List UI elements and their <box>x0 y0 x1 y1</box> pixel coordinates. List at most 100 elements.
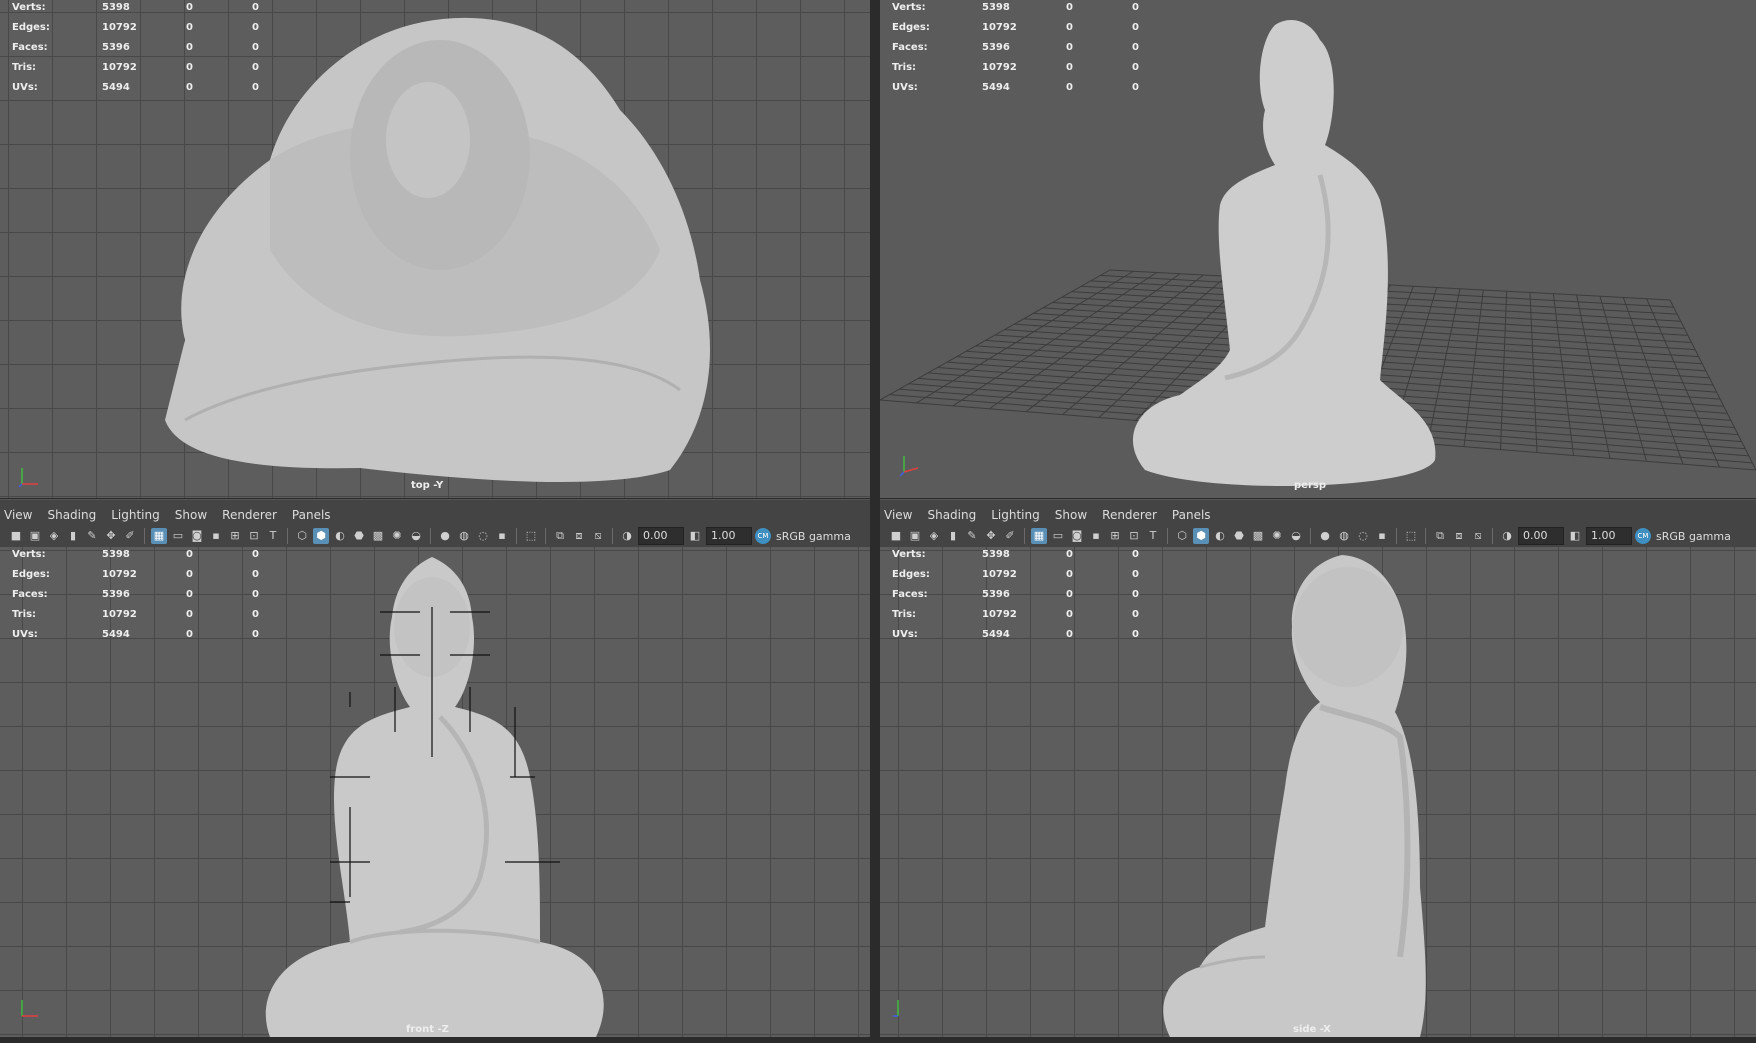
view-transform-label[interactable]: sRGB gamma <box>1656 530 1731 543</box>
viewport-divider-vertical[interactable] <box>870 0 880 1043</box>
viewport-persp[interactable]: Verts: 5398 0 0 Edges: 10792 0 0 Faces: 5396 0 0 Tri… <box>880 0 1756 498</box>
camera-icon[interactable]: ■ <box>888 528 904 544</box>
shadows-icon[interactable]: ◒ <box>1288 528 1304 544</box>
wireframe-icon[interactable]: ⬡ <box>1174 528 1190 544</box>
resolution-gate-icon[interactable]: ◙ <box>189 528 205 544</box>
grease-pencil-icon[interactable]: ✐ <box>122 528 138 544</box>
xray-icon[interactable]: ⧉ <box>552 528 568 544</box>
isolate-select-icon[interactable]: ⬚ <box>523 528 539 544</box>
safe-action-icon[interactable]: ⊡ <box>1126 528 1142 544</box>
smooth-shade-icon[interactable]: ⬢ <box>313 528 329 544</box>
exposure-icon[interactable]: ◑ <box>1499 528 1515 544</box>
view-transform-label[interactable]: sRGB gamma <box>776 530 851 543</box>
resolution-gate-icon[interactable]: ◙ <box>1069 528 1085 544</box>
stat-selected-extra: 0 <box>252 549 259 560</box>
bookmark-icon[interactable]: ◈ <box>926 528 942 544</box>
shadows-icon[interactable]: ◒ <box>408 528 424 544</box>
stat-selected: 0 <box>1066 62 1073 73</box>
xray-icon[interactable]: ⧉ <box>1432 528 1448 544</box>
color-management-icon[interactable]: CM <box>755 528 771 544</box>
stat-value: 5494 <box>102 629 130 640</box>
wireframe-icon[interactable]: ⬡ <box>294 528 310 544</box>
menu-view[interactable]: View <box>884 508 912 522</box>
stat-row: Faces: 5396 0 0 <box>890 589 1150 609</box>
menu-lighting[interactable]: Lighting <box>111 508 160 522</box>
gamma-field[interactable]: 1.00 <box>1586 527 1632 545</box>
bookmark-flag-icon[interactable]: ▮ <box>65 528 81 544</box>
menu-panels[interactable]: Panels <box>1172 508 1211 522</box>
2d-pan-zoom-icon[interactable]: ✥ <box>103 528 119 544</box>
poly-count-hud-top: Verts: 5398 0 0 Edges: 10792 0 0 Faces: 5396 0 0 Tri… <box>10 2 270 102</box>
menu-shading[interactable]: Shading <box>927 508 976 522</box>
xray-components-icon[interactable]: ⧅ <box>590 528 606 544</box>
camera-icon[interactable]: ■ <box>8 528 24 544</box>
grease-pencil-icon[interactable]: ✐ <box>1002 528 1018 544</box>
stat-value: 10792 <box>982 22 1017 33</box>
image-plane-icon[interactable]: ✎ <box>964 528 980 544</box>
bookmark-icon[interactable]: ◈ <box>46 528 62 544</box>
multisample-aa-icon[interactable]: ◌ <box>475 528 491 544</box>
multisample-aa-icon[interactable]: ◌ <box>1355 528 1371 544</box>
safe-title-icon[interactable]: T <box>265 528 281 544</box>
camera-attributes-icon[interactable]: ▣ <box>907 528 923 544</box>
gamma-icon[interactable]: ◧ <box>687 528 703 544</box>
screen-space-ao-icon[interactable]: ● <box>437 528 453 544</box>
2d-pan-zoom-icon[interactable]: ✥ <box>983 528 999 544</box>
xray-joints-icon[interactable]: ⧈ <box>1451 528 1467 544</box>
menu-panels[interactable]: Panels <box>292 508 331 522</box>
depth-of-field-icon[interactable]: ▪ <box>1374 528 1390 544</box>
viewport-front[interactable]: Verts: 5398 0 0 Edges: 10792 0 0 Faces: 5396 0 0 Tri… <box>0 547 870 1037</box>
film-gate-icon[interactable]: ▭ <box>1050 528 1066 544</box>
safe-title-icon[interactable]: T <box>1145 528 1161 544</box>
motion-blur-icon[interactable]: ◍ <box>1336 528 1352 544</box>
menu-show[interactable]: Show <box>1055 508 1087 522</box>
menu-renderer[interactable]: Renderer <box>1102 508 1157 522</box>
textured-icon[interactable]: ▩ <box>370 528 386 544</box>
exposure-field[interactable]: 0.00 <box>1518 527 1564 545</box>
menu-show[interactable]: Show <box>175 508 207 522</box>
lights-icon[interactable]: ✺ <box>1269 528 1285 544</box>
grid-toggle-icon[interactable]: ▦ <box>151 528 167 544</box>
stat-value: 5494 <box>982 82 1010 93</box>
screen-space-ao-icon[interactable]: ● <box>1317 528 1333 544</box>
stat-value: 10792 <box>102 22 137 33</box>
gamma-icon[interactable]: ◧ <box>1567 528 1583 544</box>
default-material-icon[interactable]: ◐ <box>332 528 348 544</box>
color-management-icon[interactable]: CM <box>1635 528 1651 544</box>
field-chart-icon[interactable]: ⊞ <box>227 528 243 544</box>
panel-menubar-side: View Shading Lighting Show Renderer Panels ■ … <box>880 499 1756 548</box>
gate-mask-icon[interactable]: ▪ <box>1088 528 1104 544</box>
field-chart-icon[interactable]: ⊞ <box>1107 528 1123 544</box>
wireframe-on-shaded-icon[interactable]: ⬣ <box>351 528 367 544</box>
menu-view[interactable]: View <box>4 508 32 522</box>
film-gate-icon[interactable]: ▭ <box>170 528 186 544</box>
exposure-icon[interactable]: ◑ <box>619 528 635 544</box>
camera-attributes-icon[interactable]: ▣ <box>27 528 43 544</box>
stat-selected-extra: 0 <box>1132 82 1139 93</box>
menu-renderer[interactable]: Renderer <box>222 508 277 522</box>
safe-action-icon[interactable]: ⊡ <box>246 528 262 544</box>
menu-shading[interactable]: Shading <box>47 508 96 522</box>
xray-joints-icon[interactable]: ⧈ <box>571 528 587 544</box>
bookmark-flag-icon[interactable]: ▮ <box>945 528 961 544</box>
image-plane-icon[interactable]: ✎ <box>84 528 100 544</box>
viewport-side[interactable]: Verts: 5398 0 0 Edges: 10792 0 0 Faces: 5396 0 0 Tri… <box>880 547 1756 1037</box>
default-material-icon[interactable]: ◐ <box>1212 528 1228 544</box>
gate-mask-icon[interactable]: ▪ <box>208 528 224 544</box>
depth-of-field-icon[interactable]: ▪ <box>494 528 510 544</box>
smooth-shade-icon[interactable]: ⬢ <box>1193 528 1209 544</box>
stat-selected-extra: 0 <box>1132 22 1139 33</box>
viewport-top[interactable]: Verts: 5398 0 0 Edges: 10792 0 0 Faces: 5396 0 0 Tri… <box>0 0 870 498</box>
stat-row: Tris: 10792 0 0 <box>10 62 270 82</box>
stat-label: Edges: <box>892 569 930 580</box>
xray-components-icon[interactable]: ⧅ <box>1470 528 1486 544</box>
exposure-field[interactable]: 0.00 <box>638 527 684 545</box>
gamma-field[interactable]: 1.00 <box>706 527 752 545</box>
grid-toggle-icon[interactable]: ▦ <box>1031 528 1047 544</box>
textured-icon[interactable]: ▩ <box>1250 528 1266 544</box>
isolate-select-icon[interactable]: ⬚ <box>1403 528 1419 544</box>
wireframe-on-shaded-icon[interactable]: ⬣ <box>1231 528 1247 544</box>
motion-blur-icon[interactable]: ◍ <box>456 528 472 544</box>
menu-lighting[interactable]: Lighting <box>991 508 1040 522</box>
lights-icon[interactable]: ✺ <box>389 528 405 544</box>
